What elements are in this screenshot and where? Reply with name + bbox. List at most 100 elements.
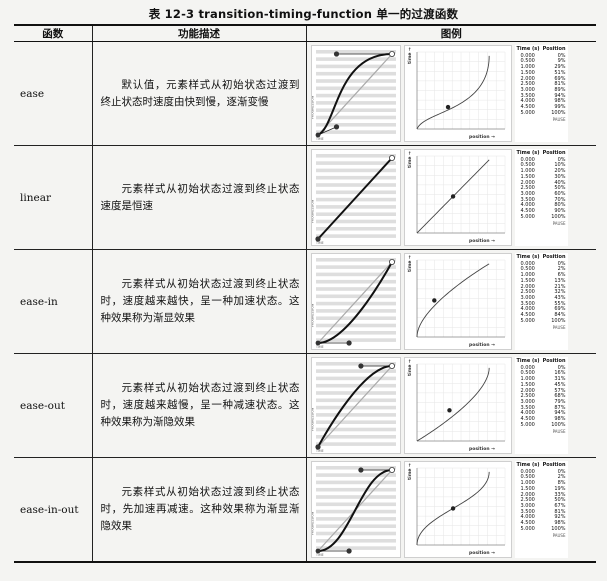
graph-panel: time → position → xyxy=(403,461,512,558)
table-row: ease 默认值，元素样式从初始状态过渡到终止状态时速度由快到慢，逐渐变慢 PR… xyxy=(14,41,596,146)
time-small-label: TIME xyxy=(315,449,324,453)
pause-label: PAUSE xyxy=(552,429,566,435)
table-row: linear 元素样式从初始状态过渡到终止状态速度是恒速 PROGRESSION… xyxy=(14,145,596,250)
time-small-label: TIME xyxy=(315,137,324,141)
time-small-label: TIME xyxy=(315,241,324,245)
table-row: ease-in-out 元素样式从初始状态过渡到终止状态时，先加速再减速。这种效… xyxy=(14,457,596,563)
position-column-header: Position xyxy=(542,254,566,260)
progression-label: PROGRESSION xyxy=(312,199,315,223)
value-table: Time (s) Position 0.000 0% 0.500 10% 1.000 20%… xyxy=(514,149,568,246)
position-time-graph: time → position → xyxy=(407,255,505,348)
time-column-header: Time (s) xyxy=(516,150,540,156)
bezier-panel: PROGRESSION TIME xyxy=(310,461,401,558)
function-description: 元素样式从初始状态过渡到终止状态时，先加速再减速。这种效果称为渐显渐隐效果 xyxy=(91,457,307,563)
value-table: Time (s) Position 0.000 0% 0.500 9% 1.000 29% 1… xyxy=(514,45,568,142)
value-table: Time (s) Position 0.000 0% 0.500 16% 1.000 31%… xyxy=(514,357,568,454)
control-point-1 xyxy=(333,124,339,130)
header-func: 函数 xyxy=(14,24,93,42)
current-position-marker xyxy=(450,506,455,511)
position-time-graph: time → position → xyxy=(407,463,505,556)
value-row: 5.000 100% xyxy=(520,109,566,116)
pause-label: PAUSE xyxy=(552,117,566,123)
pause-label: PAUSE xyxy=(552,533,566,539)
value-table: Time (s) Position 0.000 0% 0.500 2% 1.000 6% 1.… xyxy=(514,253,568,350)
time-axis-label: time → xyxy=(407,359,413,376)
bezier-curve-graph: PROGRESSION TIME xyxy=(312,154,396,245)
function-name: ease xyxy=(14,41,93,146)
header-desc: 功能描述 xyxy=(91,24,307,42)
control-point-2 xyxy=(333,51,339,57)
example-cell: PROGRESSION TIME time → position → Time … xyxy=(305,249,596,354)
time-column-header: Time (s) xyxy=(516,462,540,468)
bezier-panel: PROGRESSION TIME xyxy=(310,253,401,350)
graph-panel: time → position → xyxy=(403,45,512,142)
bezier-curve-graph: PROGRESSION TIME xyxy=(312,466,396,557)
progression-label: PROGRESSION xyxy=(312,303,315,327)
pause-label: PAUSE xyxy=(552,325,566,331)
time-axis-label: time → xyxy=(407,463,413,480)
function-description: 元素样式从初始状态过渡到终止状态时，速度越来越慢，呈一种减速状态。这种效果称为渐… xyxy=(91,353,307,458)
current-position-marker xyxy=(445,104,450,110)
table-row: ease-in 元素样式从初始状态过渡到终止状态时，速度越来越快，呈一种加速状态… xyxy=(14,249,596,354)
position-time-graph: time → position → xyxy=(407,151,505,244)
position-column-header: Position xyxy=(542,150,566,156)
time-column-header: Time (s) xyxy=(516,358,540,364)
function-name: ease-out xyxy=(14,353,93,458)
example-cell: PROGRESSION TIME time → position → Time … xyxy=(305,353,596,458)
time-column-header: Time (s) xyxy=(516,46,540,52)
position-axis-label: position → xyxy=(469,446,495,452)
example-cell: PROGRESSION TIME time → position → Time … xyxy=(305,41,596,146)
timing-function-table: 函数 功能描述 图例 ease 默认值，元素样式从初始状态过渡到终止状态时速度由… xyxy=(14,24,596,563)
position-column-header: Position xyxy=(542,358,566,364)
value-table: Time (s) Position 0.000 0% 0.500 2% 1.000 8% 1.… xyxy=(514,461,568,558)
example-cell: PROGRESSION TIME time → position → Time … xyxy=(305,457,596,563)
position-column-header: Position xyxy=(542,46,566,52)
current-position-marker xyxy=(446,408,452,413)
progression-label: PROGRESSION xyxy=(312,511,315,535)
bezier-curve-graph: PROGRESSION TIME xyxy=(312,50,396,141)
function-name: ease-in xyxy=(14,249,93,354)
function-description: 元素样式从初始状态过渡到终止状态速度是恒速 xyxy=(91,145,307,250)
position-axis-label: position → xyxy=(469,238,495,244)
header-row: 函数 功能描述 图例 xyxy=(14,24,596,42)
value-row: 5.000 100% xyxy=(520,525,566,532)
value-row: 5.000 100% xyxy=(520,317,566,324)
time-axis-label: time → xyxy=(407,47,413,64)
position-axis-label: position → xyxy=(469,550,495,556)
position-column-header: Position xyxy=(542,462,566,468)
position-axis-label: position → xyxy=(469,342,495,348)
control-point-2 xyxy=(357,467,364,473)
time-small-label: TIME xyxy=(315,553,324,557)
value-row: 5.000 100% xyxy=(520,213,566,220)
example-cell: PROGRESSION TIME time → position → Time … xyxy=(305,145,596,250)
time-axis-label: time → xyxy=(407,255,413,272)
table-row: ease-out 元素样式从初始状态过渡到终止状态时，速度越来越慢，呈一种减速状… xyxy=(14,353,596,458)
function-name: ease-in-out xyxy=(14,457,93,563)
graph-panel: time → position → xyxy=(403,149,512,246)
bezier-curve-graph: PROGRESSION TIME xyxy=(312,258,396,349)
time-small-label: TIME xyxy=(315,345,324,349)
header-example: 图例 xyxy=(305,24,596,42)
graph-panel: time → position → xyxy=(403,357,512,454)
progression-label: PROGRESSION xyxy=(312,407,315,431)
control-point-2 xyxy=(357,363,364,369)
current-position-marker xyxy=(431,298,437,303)
function-name: linear xyxy=(14,145,93,250)
graph-panel: time → position → xyxy=(403,253,512,350)
bezier-panel: PROGRESSION TIME xyxy=(310,45,401,142)
position-time-graph: time → position → xyxy=(407,359,505,452)
bezier-panel: PROGRESSION TIME xyxy=(310,149,401,246)
control-point-1 xyxy=(345,340,352,346)
position-time-graph: time → position → xyxy=(407,47,505,140)
bezier-curve-graph: PROGRESSION TIME xyxy=(312,362,396,453)
position-axis-label: position → xyxy=(469,134,495,140)
bezier-panel: PROGRESSION TIME xyxy=(310,357,401,454)
time-column-header: Time (s) xyxy=(516,254,540,260)
function-description: 默认值，元素样式从初始状态过渡到终止状态时速度由快到慢，逐渐变慢 xyxy=(91,41,307,146)
function-description: 元素样式从初始状态过渡到终止状态时，速度越来越快，呈一种加速状态。这种效果称为渐… xyxy=(91,249,307,354)
table-caption: 表 12-3 transition-timing-function 单一的过渡函… xyxy=(148,7,459,21)
control-point-1 xyxy=(345,548,352,554)
current-position-marker xyxy=(450,194,455,199)
progression-label: PROGRESSION xyxy=(312,95,315,119)
pause-label: PAUSE xyxy=(552,221,566,227)
